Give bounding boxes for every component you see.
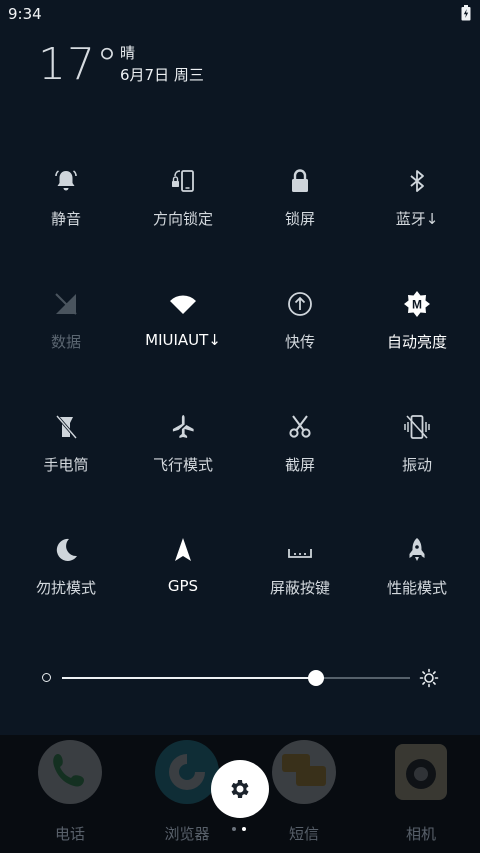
tile-vibrate[interactable]: 振动 [357,406,477,496]
phone-app-icon [38,740,102,804]
tile-label: 勿扰模式 [35,579,96,597]
tile-label: 手电筒 [43,456,89,474]
tile-label: MIUIAUT↓ [145,331,221,349]
tile-label: 性能模式 [386,579,447,597]
page-dot [232,827,236,831]
tile-bell[interactable]: 静音 [6,160,126,250]
bluetooth-icon [402,166,432,196]
dock-app-label: 相机 [405,825,436,843]
tile-label: 方向锁定 [152,210,213,228]
tile-auto-brightness[interactable]: M 自动亮度 [357,283,477,373]
quick-transfer-icon [285,289,315,319]
tile-wifi[interactable]: MIUIAUT↓ [123,283,243,373]
tile-label: 数据 [50,333,81,351]
auto-brightness-icon: M [402,289,432,319]
battery-charging-icon [461,5,471,21]
page-indicator [232,827,248,833]
tile-bluetooth[interactable]: 蓝牙↓ [357,160,477,250]
brightness-thumb[interactable] [308,670,325,686]
dock-app-label: 浏览器 [164,825,210,843]
brightness-fill [62,677,317,679]
tile-scissors[interactable]: 截屏 [240,406,360,496]
moon-icon [51,535,81,565]
tile-quick-transfer[interactable]: 快传 [240,283,360,373]
camera-app-icon [389,740,453,804]
gps-arrow-icon [168,535,198,565]
block-keys-icon [285,535,315,565]
tile-label: 静音 [50,210,81,228]
brightness-high-icon [419,668,439,688]
dock-app-phone[interactable]: 电话 [10,735,130,853]
tile-label: 屏蔽按键 [269,579,330,597]
scissors-icon [285,412,315,442]
weather-condition: 晴 [120,44,136,62]
tile-label: 自动亮度 [386,333,447,351]
browser-app-icon [155,740,219,804]
bell-icon [51,166,81,196]
tile-rotation-lock[interactable]: 方向锁定 [123,160,243,250]
lock-icon [285,166,315,196]
tile-rocket[interactable]: 性能模式 [357,529,477,619]
tile-flashlight[interactable]: 手电筒 [6,406,126,496]
svg-text:M: M [412,298,422,312]
tile-moon[interactable]: 勿扰模式 [6,529,126,619]
dock-app-camera[interactable]: 相机 [361,735,480,853]
tile-label: 蓝牙↓ [395,210,439,228]
tile-label: 快传 [284,333,315,351]
tile-gps-arrow[interactable]: GPS [123,529,243,619]
rocket-icon [402,535,432,565]
tile-label: 飞行模式 [152,456,213,474]
dock-app-label: 电话 [54,825,85,843]
page-dot [242,827,246,831]
settings-button[interactable] [211,760,269,818]
tile-label: 振动 [401,456,432,474]
dock-app-label: 短信 [288,825,319,843]
vibrate-icon [402,412,432,442]
status-bar: 9:34 [0,0,480,28]
tile-lock[interactable]: 锁屏 [240,160,360,250]
messages-app-icon [272,740,336,804]
mobile-data-icon [51,289,81,319]
tile-block-keys[interactable]: 屏蔽按键 [240,529,360,619]
brightness-low-icon [42,673,51,682]
date-label: 6月7日 周三 [120,66,204,84]
status-time: 9:34 [8,5,42,23]
brightness-track[interactable] [62,670,410,686]
wifi-icon [168,289,198,319]
temperature: 17° [38,39,119,90]
flashlight-icon [51,412,81,442]
gear-icon [231,780,249,798]
tile-label: GPS [167,577,199,595]
tile-label: 截屏 [284,456,315,474]
tile-label: 锁屏 [284,210,315,228]
tile-mobile-data[interactable]: 数据 [6,283,126,373]
brightness-slider[interactable] [0,660,480,694]
rotation-lock-icon [168,166,198,196]
airplane-icon [168,412,198,442]
tile-airplane[interactable]: 飞行模式 [123,406,243,496]
